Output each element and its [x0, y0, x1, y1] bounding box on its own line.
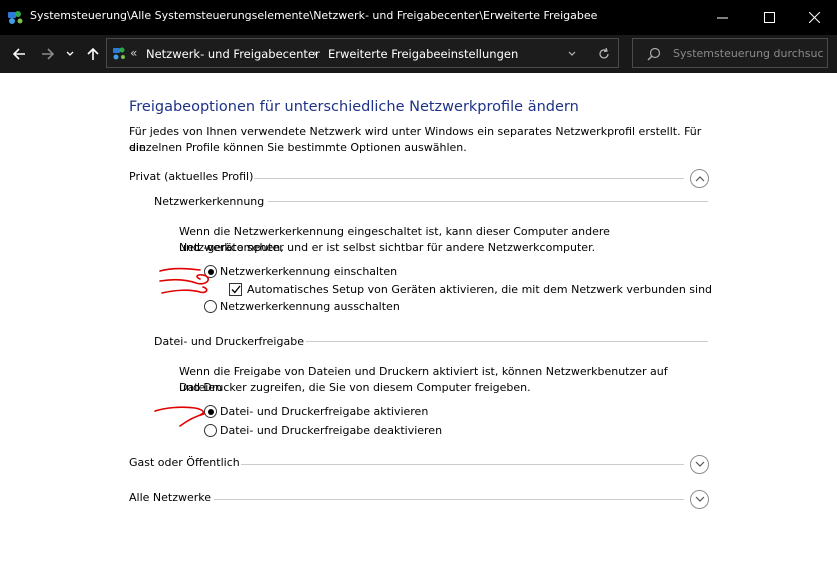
breadcrumb-advanced-sharing[interactable]: Erweiterte Freigabeeinstellungen — [328, 47, 518, 61]
main-content: Freigabeoptionen für unterschiedliche Ne… — [0, 73, 837, 579]
network-discovery-label: Netzwerkerkennung — [154, 195, 265, 208]
breadcrumb-network-center[interactable]: Netzwerk- und Freigabecenter — [146, 47, 320, 61]
maximize-icon — [763, 12, 775, 23]
network-center-icon — [113, 47, 125, 60]
file-printer-sharing-label: Datei- und Druckerfreigabe — [154, 335, 304, 348]
page-title: Freigabeoptionen für unterschiedliche Ne… — [129, 99, 579, 115]
arrow-right-icon — [42, 48, 55, 60]
forward-button[interactable] — [38, 44, 58, 64]
search-box[interactable] — [632, 38, 828, 68]
file-sharing-off-label[interactable]: Datei- und Druckerfreigabe deaktivieren — [220, 424, 442, 437]
network-discovery-off-option[interactable]: Netzwerkerkennung ausschalten — [204, 300, 400, 313]
network-discovery-on-radio[interactable] — [204, 265, 217, 278]
profile-guest-label[interactable]: Gast oder Öffentlich — [129, 456, 240, 469]
section-divider — [306, 341, 708, 342]
chevron-down-icon — [568, 51, 576, 56]
breadcrumb-separator[interactable]: › — [313, 47, 317, 60]
refresh-icon — [599, 47, 609, 59]
arrow-up-icon — [87, 47, 99, 60]
network-center-icon — [8, 11, 23, 24]
refresh-button[interactable] — [597, 46, 611, 65]
chevron-down-icon — [66, 51, 74, 56]
section-divider — [254, 178, 684, 179]
window-titlebar: Systemsteuerung\Alle Systemsteuerungsele… — [0, 0, 837, 35]
close-icon — [808, 12, 820, 23]
chevron-down-icon — [695, 461, 704, 467]
file-sharing-off-option[interactable]: Datei- und Druckerfreigabe deaktivieren — [204, 424, 442, 437]
chevron-up-icon — [695, 176, 704, 182]
address-bar[interactable]: « Netzwerk- und Freigabecenter › Erweite… — [106, 38, 619, 68]
network-discovery-on-option[interactable]: Netzwerkerkennung einschalten — [204, 265, 397, 278]
recent-locations-button[interactable] — [63, 44, 77, 64]
search-input[interactable] — [673, 45, 823, 62]
minimize-button[interactable] — [699, 0, 745, 35]
address-history-button[interactable] — [567, 46, 577, 65]
network-discovery-on-label[interactable]: Netzwerkerkennung einschalten — [220, 265, 397, 278]
profile-all-label[interactable]: Alle Netzwerke — [129, 491, 211, 504]
auto-setup-label[interactable]: Automatisches Setup von Geräten aktivier… — [247, 283, 712, 296]
window-title: Systemsteuerung\Alle Systemsteuerungsele… — [30, 9, 598, 22]
close-button[interactable] — [791, 0, 837, 35]
page-intro-line2: einzelnen Profile können Sie bestimmte O… — [129, 141, 467, 154]
profile-all-expand-button[interactable] — [690, 490, 709, 509]
search-icon — [647, 47, 661, 61]
section-divider — [241, 464, 684, 465]
profile-private-label[interactable]: Privat (aktuelles Profil) — [129, 170, 253, 183]
navigation-bar: « Netzwerk- und Freigabecenter › Erweite… — [0, 35, 837, 73]
minimize-icon — [716, 17, 728, 19]
back-button[interactable] — [9, 44, 29, 64]
checkmark-icon — [231, 285, 241, 294]
file-sharing-on-radio[interactable] — [204, 405, 217, 418]
file-printer-sharing-desc-line2: und Drucker zugreifen, die Sie von diese… — [179, 381, 531, 394]
file-sharing-on-label[interactable]: Datei- und Druckerfreigabe aktivieren — [220, 405, 428, 418]
section-divider — [214, 499, 684, 500]
arrow-left-icon — [12, 48, 25, 60]
file-sharing-off-radio[interactable] — [204, 424, 217, 437]
up-button[interactable] — [83, 44, 103, 64]
profile-guest-expand-button[interactable] — [690, 455, 709, 474]
auto-setup-option[interactable]: Automatisches Setup von Geräten aktivier… — [229, 283, 712, 296]
file-sharing-on-option[interactable]: Datei- und Druckerfreigabe aktivieren — [204, 405, 428, 418]
network-discovery-off-label[interactable]: Netzwerkerkennung ausschalten — [220, 300, 400, 313]
auto-setup-checkbox[interactable] — [229, 283, 242, 296]
breadcrumb-overflow[interactable]: « — [130, 46, 137, 60]
network-discovery-off-radio[interactable] — [204, 300, 217, 313]
network-discovery-desc-line2: und -geräte sehen, und er ist selbst sic… — [179, 241, 596, 254]
profile-private-collapse-button[interactable] — [690, 169, 709, 188]
section-divider — [268, 201, 708, 202]
maximize-button[interactable] — [746, 0, 792, 35]
chevron-down-icon — [695, 496, 704, 502]
